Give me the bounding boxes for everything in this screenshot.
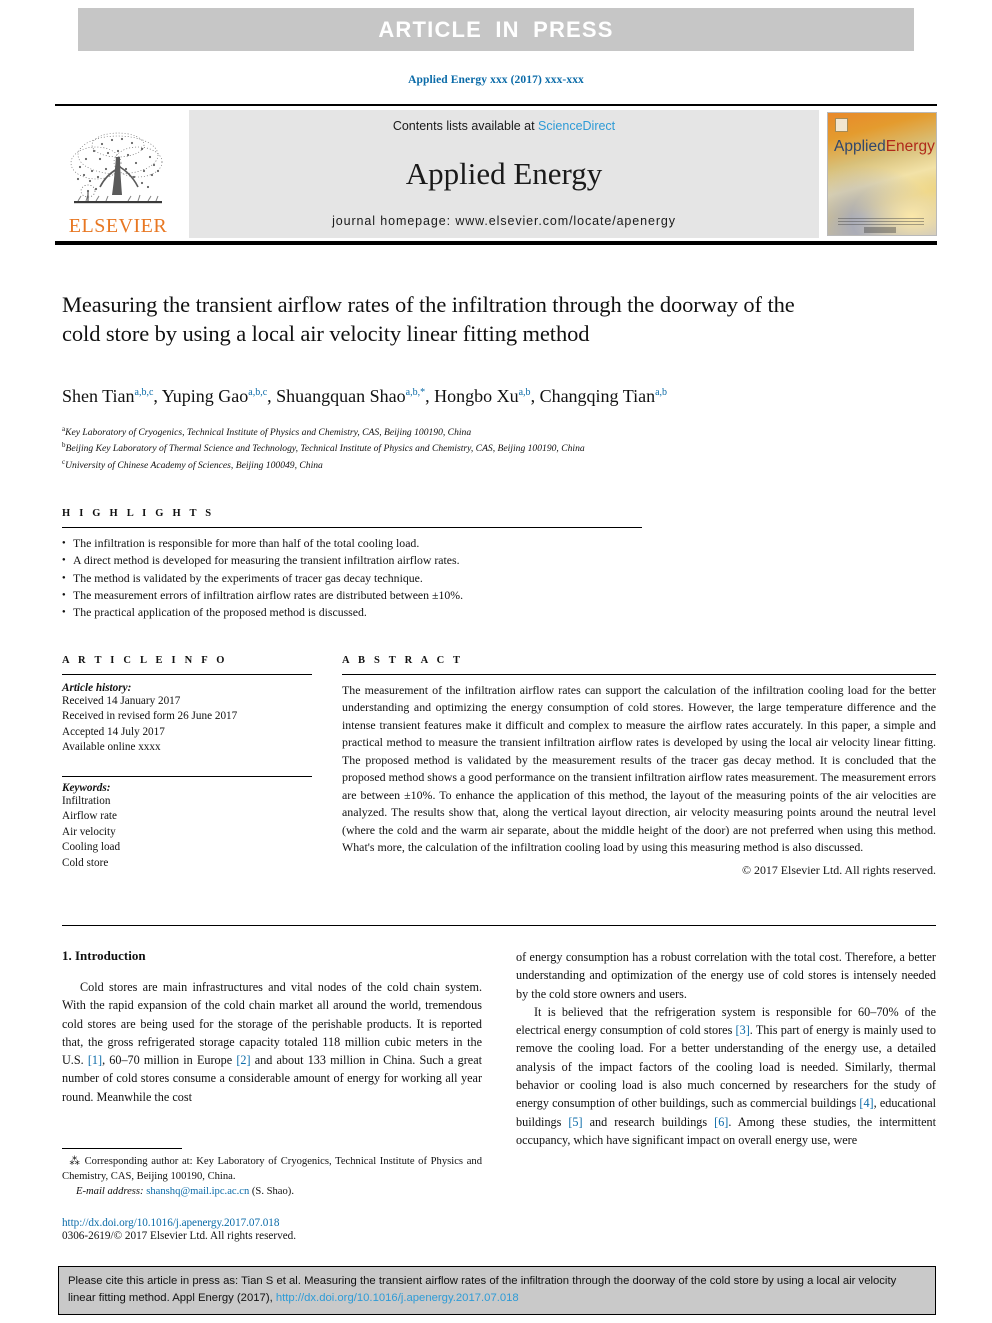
citation-doi-link[interactable]: http://dx.doi.org/10.1016/j.apenergy.201… [276,1292,519,1304]
abstract-copyright: © 2017 Elsevier Ltd. All rights reserved… [742,863,936,878]
corresponding-author-asterisk-icon: ⁂ [62,1156,85,1167]
body-column-left: 1. Introduction Cold stores are main inf… [62,948,482,1106]
cite-this-article-box: Please cite this article in press as: Ti… [58,1266,936,1315]
cover-bottom-lines [838,218,924,226]
abstract-text: The measurement of the infiltration airf… [342,683,936,854]
contents-list-line: Contents lists available at ScienceDirec… [393,119,615,133]
journal-cover-thumbnail: AppliedEnergy [827,112,937,236]
masthead-bottom-rule [55,241,937,245]
email-label: E-mail address: [76,1186,144,1198]
affiliation-list: aKey Laboratory of Cryogenics, Technical… [62,424,922,473]
author-1-affil-marks: a,b,c [134,387,154,398]
cover-bottom-block [864,227,896,233]
article-info-divider [62,674,312,675]
section-heading-introduction: 1. Introduction [62,948,146,963]
sciencedirect-link[interactable]: ScienceDirect [538,119,615,133]
highlight-item: The practical application of the propose… [62,604,642,621]
elsevier-logo: ELSEVIER [55,110,181,238]
citation-ref-1[interactable]: [1] [88,1053,102,1067]
article-in-press-banner: ARTICLE IN PRESS [78,8,914,51]
highlight-item: A direct method is developed for measuri… [62,552,642,569]
author-5-affil-marks: a,b [655,387,668,398]
author-3-affil-marks: a,b,* [405,387,426,398]
highlights-heading: H I G H L I G H T S [62,508,215,519]
highlight-item: The method is validated by the experimen… [62,570,642,587]
issn-copyright-line: 0306-2619/© 2017 Elsevier Ltd. All right… [62,1230,297,1242]
keywords-label: Keywords: [62,781,111,794]
author-2: Yuping Gaoa,b,c [161,386,268,406]
author-2-affil-marks: a,b,c [248,387,268,398]
citation-ref-6[interactable]: [6] [714,1115,728,1129]
citation-ref-4[interactable]: [4] [859,1096,873,1110]
article-in-press-label: ARTICLE IN PRESS [378,16,614,42]
paragraph: Cold stores are main infrastructures and… [62,980,482,1104]
article-info-section: A R T I C L E I N F O Article history: R… [62,655,312,871]
footnote-block: ⁂ Corresponding author at: Key Laborator… [62,1148,482,1199]
affiliation-b: bBeijing Key Laboratory of Thermal Scien… [62,441,585,455]
keywords-divider [62,775,312,777]
footnote-divider [62,1148,182,1149]
journal-homepage[interactable]: journal homepage: www.elsevier.com/locat… [332,214,676,228]
highlight-item: The infiltration is responsible for more… [62,535,642,552]
journal-reference-line: Applied Energy xxx (2017) xxx-xxx [408,74,584,86]
email-link[interactable]: shanshq@mail.ipc.ac.cn [146,1186,249,1197]
article-history-item: Available online xxxx [62,741,161,754]
article-history-item: Accepted 14 July 2017 [62,725,165,738]
author-4: Hongbo Xua,b [434,386,531,406]
citation-ref-5[interactable]: [5] [568,1115,582,1129]
citation-ref-2[interactable]: [2] [236,1053,250,1067]
abstract-divider [342,674,936,675]
keyword-item: Infiltration [62,794,111,807]
author-4-affil-marks: a,b [518,387,531,398]
keyword-item: Cold store [62,856,109,869]
keyword-item: Air velocity [62,825,116,838]
author-list: Shen Tiana,b,c, Yuping Gaoa,b,c, Shuangq… [62,386,668,406]
elsevier-tree-icon [70,132,163,204]
paragraph: It is believed that the refrigeration sy… [516,1004,936,1147]
citation-ref-3[interactable]: [3] [736,1023,750,1037]
cover-title: AppliedEnergy [834,139,935,155]
journal-title: Applied Energy [405,156,603,191]
masthead-center: Contents lists available at ScienceDirec… [189,110,819,238]
highlights-list: The infiltration is responsible for more… [62,535,642,622]
affiliation-a: aKey Laboratory of Cryogenics, Technical… [62,425,472,439]
abstract-heading: A B S T R A C T [342,655,464,666]
paragraph: of energy consumption has a robust corre… [516,950,936,1001]
highlights-section: H I G H L I G H T S The infiltration is … [62,508,642,622]
highlights-divider [62,527,642,528]
article-history-item: Received 14 January 2017 [62,695,181,707]
cover-title-applied: Applied [834,138,886,155]
article-info-heading: A R T I C L E I N F O [62,655,228,666]
keyword-item: Cooling load [62,841,121,854]
page-title: Measuring the transient airflow rates of… [62,292,795,347]
author-5: Changqing Tiana,b [539,386,668,406]
cover-publisher-mark-icon [835,118,848,132]
article-history-label: Article history: [62,682,132,694]
doi-link[interactable]: http://dx.doi.org/10.1016/j.apenergy.201… [62,1217,492,1229]
title-block: Measuring the transient airflow rates of… [62,290,832,349]
author-1: Shen Tiana,b,c [62,386,154,406]
keyword-item: Airflow rate [62,810,117,823]
citation-text: Please cite this article in press as: Ti… [68,1275,897,1304]
cover-title-energy: Energy [885,138,935,155]
article-history-item: Received in revised form 26 June 2017 [62,710,238,723]
contents-prefix: Contents lists available at [392,119,539,133]
elsevier-wordmark: ELSEVIER [68,215,168,237]
doi-block: http://dx.doi.org/10.1016/j.apenergy.201… [62,1217,492,1242]
email-note: E-mail address: shanshq@mail.ipc.ac.cn (… [76,1186,294,1198]
highlight-item: The measurement errors of infiltration a… [62,587,642,604]
journal-masthead: ELSEVIER Contents lists available at Sci… [55,104,937,238]
abstract-section: A B S T R A C T The measurement of the i… [342,655,936,878]
corresponding-author-note: ⁂ Corresponding author at: Key Laborator… [62,1156,483,1183]
author-3: Shuangquan Shaoa,b,* [276,386,426,406]
affiliation-c: cUniversity of Chinese Academy of Scienc… [62,457,323,471]
body-column-right: of energy consumption has a robust corre… [516,948,936,1149]
body-top-rule [62,925,936,926]
